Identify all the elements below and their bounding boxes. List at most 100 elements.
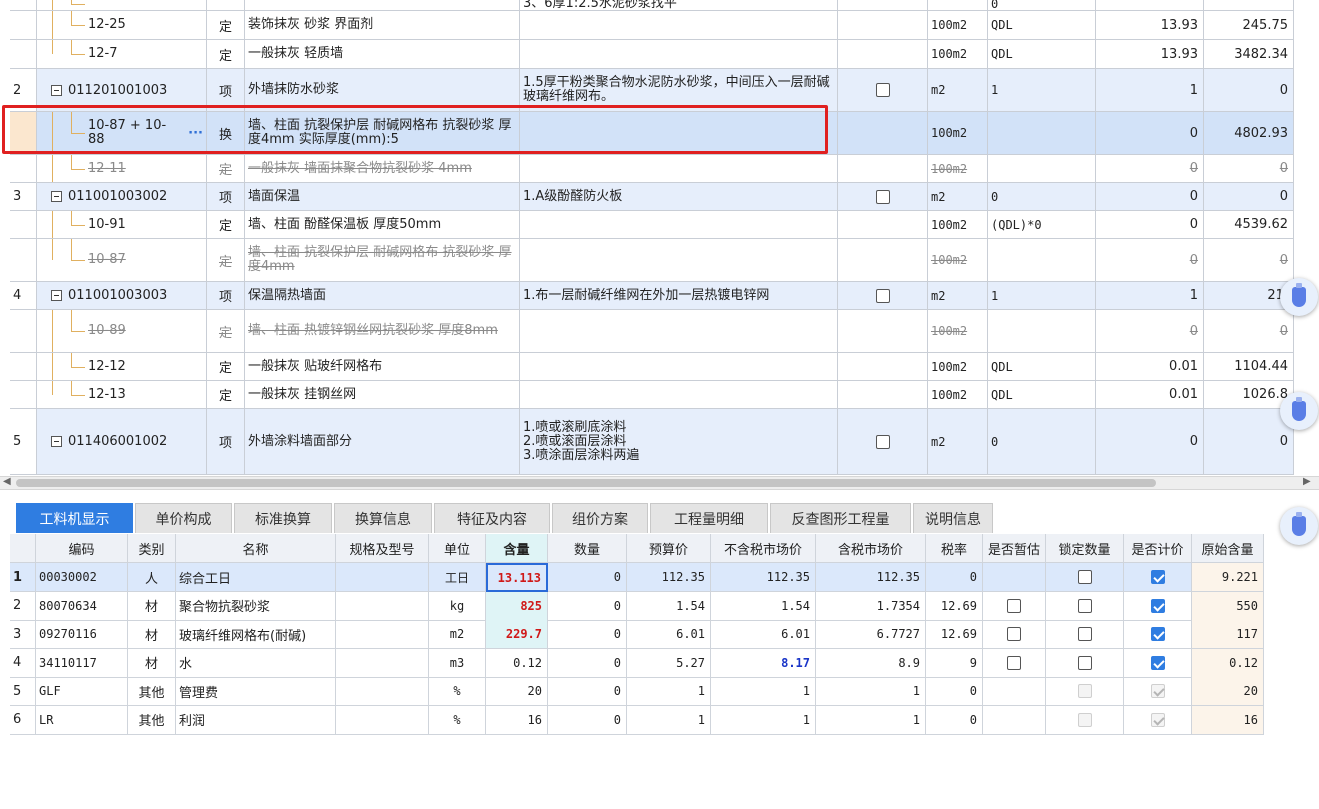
cell-price[interactable]: 3482.34 [1204,40,1294,69]
scroll-left-arrow[interactable]: ◀ [3,476,11,487]
cell-cat[interactable]: 人 [128,563,176,592]
cell-cat[interactable]: 材 [128,591,176,621]
cell-mkt_in[interactable]: 6.7727 [816,620,926,649]
collapse-icon[interactable] [51,290,62,301]
cell-code[interactable] [37,0,207,11]
cell-price_on[interactable] [1124,591,1192,621]
collapse-icon[interactable] [51,191,62,202]
cell-name[interactable]: 墙、柱面 酚醛保温板 厚度50mm [245,211,520,239]
cell-qty[interactable]: 0 [548,648,627,678]
resource-row[interactable]: 3 09270116 材 玻璃纤维网格布(耐碱) m2 229.7 0 6.01 6.01 6.7… [10,620,1264,649]
cell-expr[interactable]: (QDL)*0 [988,211,1096,239]
cell-code[interactable]: 10-91 [37,211,207,239]
cell-type[interactable]: 定 [207,239,245,282]
bill-row[interactable]: 4 011001003003 项 保温隔热墙面 1.布一层耐碱纤维网在外加一层热镀电锌… [10,282,1294,310]
cell-content[interactable]: 20 [486,677,548,706]
checkbox[interactable] [875,434,890,449]
cell-code[interactable]: 011001003003 [37,282,207,310]
cell-type[interactable]: 定 [207,353,245,381]
header-cell[interactable]: 税率 [926,534,983,563]
cell-qty[interactable]: 0 [1096,409,1204,475]
cell-expr[interactable] [988,112,1096,155]
cell-price[interactable]: 1104.44 [1204,353,1294,381]
tab-1[interactable]: 单价构成 [135,503,232,533]
cell-content[interactable]: 16 [486,705,548,735]
cell-est[interactable] [983,620,1046,649]
cell-expr[interactable]: QDL [988,40,1096,69]
cell-code[interactable]: 011001003002 [37,183,207,211]
header-cell[interactable]: 名称 [176,534,336,563]
header-cell[interactable]: 预算价 [627,534,711,563]
cell-unit[interactable]: kg [429,591,486,621]
cell-code[interactable]: 12-25 [37,11,207,40]
float-tool-button[interactable] [1280,392,1318,430]
cell-unit[interactable]: m2 [429,620,486,649]
cell-name[interactable]: 聚合物抗裂砂浆 [176,591,336,621]
cell-type[interactable]: 项 [207,409,245,475]
cell-expr[interactable]: QDL [988,381,1096,409]
cell-expr[interactable] [988,239,1096,282]
bill-row[interactable]: 12-25 定 装饰抹灰 砂浆 界面剂 100m2 QDL 13.93 245.75 [10,11,1294,40]
cell-unit[interactable]: m2 [928,282,988,310]
cell-type[interactable]: 定 [207,381,245,409]
float-tool-button[interactable] [1280,278,1318,316]
cell-tax[interactable]: 9 [926,648,983,678]
cell-name[interactable]: 一般抹灰 贴玻纤网格布 [245,353,520,381]
cell-est[interactable] [983,677,1046,706]
cell-price[interactable]: 0 [1204,310,1294,353]
resource-row[interactable]: 4 34110117 材 水 m3 0.12 0 5.27 8.17 8.9 9 0.12 [10,648,1264,678]
cell-expr[interactable]: 1 [988,69,1096,112]
cell-tax[interactable]: 0 [926,677,983,706]
cell-chk[interactable] [838,11,928,40]
cell-tax[interactable]: 12.69 [926,620,983,649]
checkbox[interactable] [1077,655,1092,670]
cell-type[interactable]: 定 [207,40,245,69]
cell-lock[interactable] [1046,563,1124,592]
cell-type[interactable]: 定 [207,310,245,353]
cell-qty[interactable]: 13.93 [1096,40,1204,69]
cell-feature[interactable] [520,381,838,409]
cell-type[interactable]: 定 [207,211,245,239]
cell-price[interactable]: 4539.62 [1204,211,1294,239]
bill-row[interactable]: 10-91 定 墙、柱面 酚醛保温板 厚度50mm 100m2 (QDL)*0 0 4539… [10,211,1294,239]
scroll-right-arrow[interactable]: ▶ [1303,476,1311,487]
header-cell[interactable]: 单位 [429,534,486,563]
cell-price[interactable]: 245.75 [1204,11,1294,40]
cell-feature[interactable] [520,310,838,353]
cell-code[interactable]: 10-87 [37,239,207,282]
cell-chk[interactable] [838,353,928,381]
cell-qty[interactable]: 0 [1096,183,1204,211]
cell-qty[interactable]: 1 [1096,282,1204,310]
cell-unit[interactable]: % [429,705,486,735]
cell-name[interactable]: 玻璃纤维网格布(耐碱) [176,620,336,649]
resource-row[interactable]: 1 00030002 人 综合工日 工日 13.113 0 112.35 112.35 112.3… [10,563,1264,592]
cell-code[interactable]: 12-12 [37,353,207,381]
cell-name[interactable]: 综合工日 [176,563,336,592]
cell-mkt_in[interactable]: 112.35 [816,563,926,592]
cell-mkt_in[interactable]: 8.9 [816,648,926,678]
cell-unit[interactable]: 100m2 [928,40,988,69]
checkbox[interactable] [1077,598,1092,613]
tab-4[interactable]: 特征及内容 [434,503,550,533]
cell-orig[interactable]: 9.221 [1192,563,1264,592]
header-cell[interactable]: 是否计价 [1124,534,1192,563]
cell-name[interactable]: 水 [176,648,336,678]
cell-chk[interactable] [838,0,928,11]
cell-code[interactable]: 12-11 [37,155,207,183]
cell-budget[interactable]: 112.35 [627,563,711,592]
tab-5[interactable]: 组价方案 [552,503,648,533]
cell-name[interactable] [245,0,520,11]
cell-name[interactable]: 保温隔热墙面 [245,282,520,310]
cell-unit[interactable]: 100m2 [928,239,988,282]
tab-2[interactable]: 标准换算 [234,503,332,533]
bill-row[interactable]: 12-7 定 一般抹灰 轻质墙 100m2 QDL 13.93 3482.34 [10,40,1294,69]
bill-row[interactable]: 10-87 定墙、柱面 抗裂保护层 耐碱网格布 抗裂砂浆 厚度4mm 100m2 0 0 [10,239,1294,282]
bill-row[interactable]: 3、6厚1:2.5水泥砂浆找平 0 [10,0,1294,11]
cell-name[interactable]: 墙、柱面 热镀锌钢丝网抗裂砂浆 厚度8mm [245,310,520,353]
cell-price[interactable] [1204,0,1294,11]
cell-cat[interactable]: 材 [128,620,176,649]
cell-est[interactable] [983,705,1046,735]
cell-est[interactable] [983,591,1046,621]
checkbox[interactable] [875,83,890,97]
cell-feature[interactable] [520,11,838,40]
